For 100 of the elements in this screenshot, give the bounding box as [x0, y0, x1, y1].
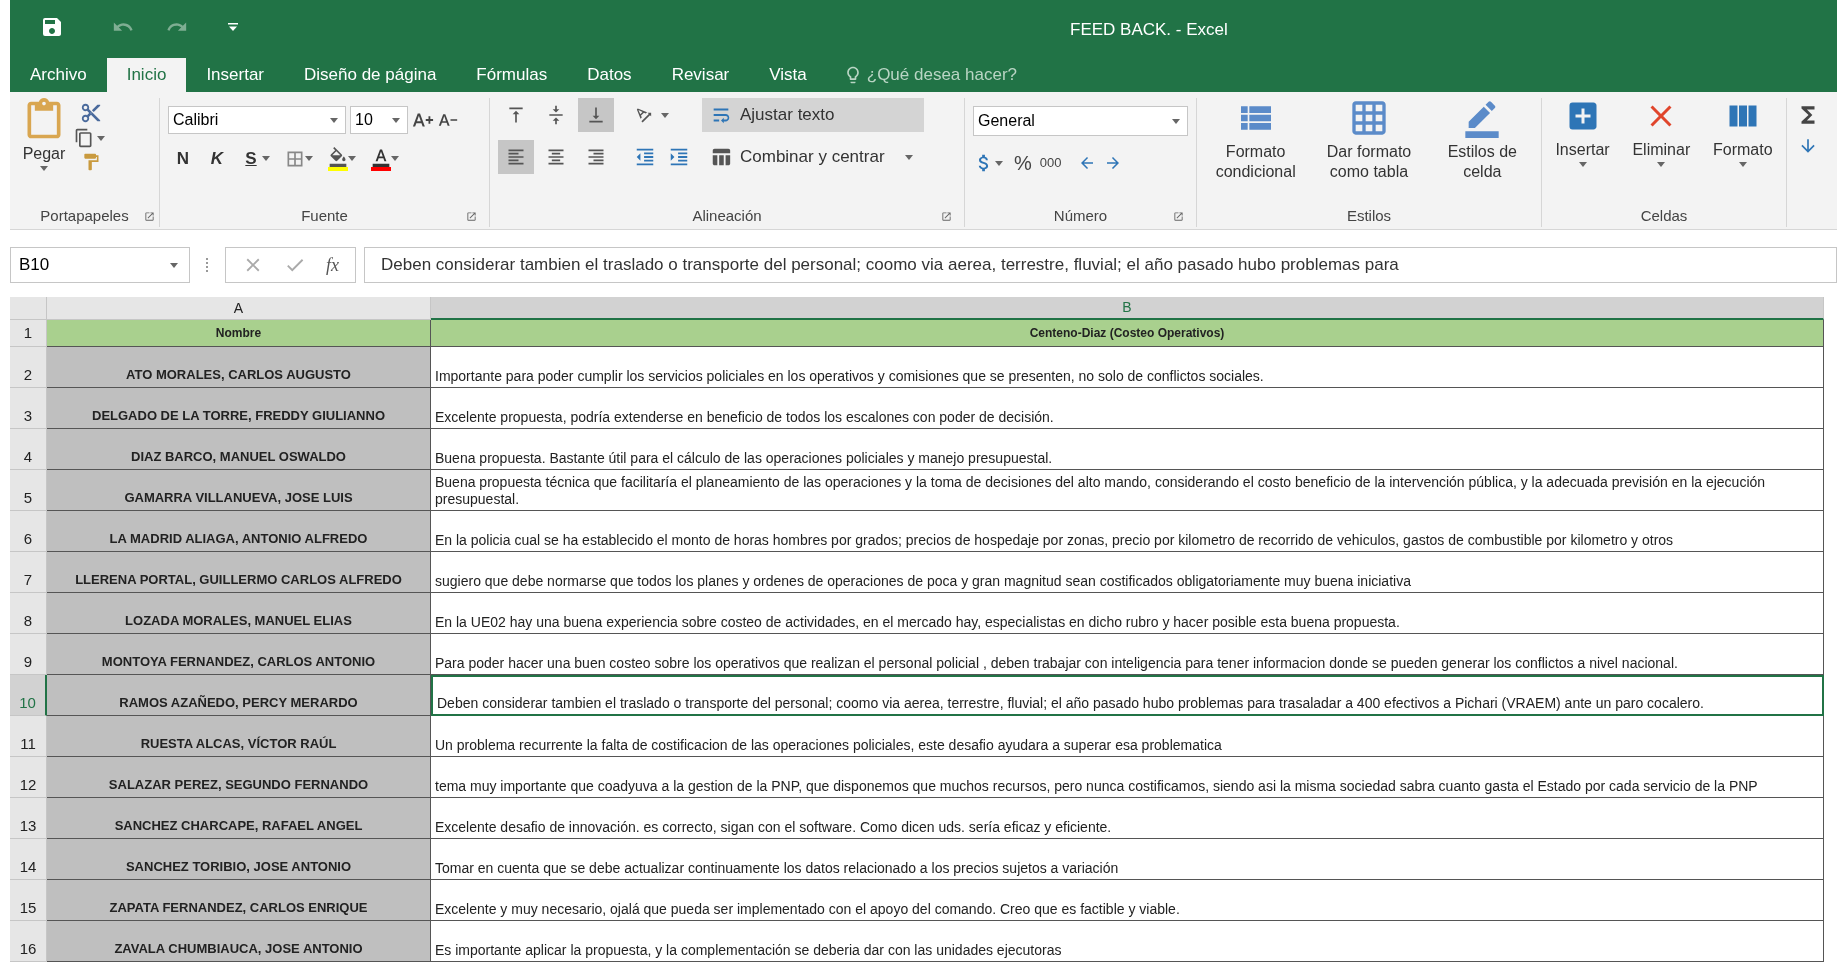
style-icon — [1349, 98, 1389, 138]
copy-icon — [74, 128, 94, 148]
name-box[interactable]: B10 — [10, 247, 190, 283]
row-header[interactable]: 13 — [10, 798, 47, 839]
align-icon — [586, 105, 606, 125]
row-header[interactable]: 14 — [10, 839, 47, 880]
ribbon-tab[interactable]: Fórmulas — [456, 58, 568, 92]
name-cell: ATO MORALES, CARLOS AUGUSTO — [47, 347, 431, 388]
row-header[interactable]: 10 — [10, 675, 47, 716]
fill-color-icon — [328, 146, 348, 171]
name-cell: GAMARRA VILLANUEVA, JOSE LUIS — [47, 470, 431, 511]
ribbon-tab[interactable]: Datos — [567, 58, 652, 92]
name-cell: RAMOS AZAÑEDO, PERCY MERARDO — [47, 675, 431, 716]
formula-field[interactable]: Deben considerar tambien el traslado o transporte del personal; coomo via aerea, terrestre, fluvial; el año pasado hubo problemas para — [364, 247, 1837, 283]
row-header[interactable]: 11 — [10, 716, 47, 757]
header-cell: Nombre — [47, 320, 431, 347]
cell-button[interactable]: Formato — [1713, 98, 1773, 167]
caret-icon — [40, 166, 48, 171]
caret-icon — [1657, 162, 1666, 167]
group-label: Estilos — [1346, 205, 1392, 226]
name-cell: LOZADA MORALES, MANUEL ELIAS — [47, 593, 431, 634]
ribbon-tab[interactable]: Inicio — [106, 58, 187, 92]
ribbon-tab[interactable]: Archivo — [10, 58, 107, 92]
comment-cell: Excelente desafio de innovación. es correcto, sigan con el software. Como dicen uds. sería eficaz y eficiente. — [431, 798, 1824, 839]
column-header[interactable]: B — [431, 297, 1824, 320]
style-button[interactable]: Formato condicional — [1201, 98, 1310, 182]
column-header[interactable]: A — [47, 297, 431, 320]
ribbon-tab[interactable]: Revisar — [651, 58, 750, 92]
dialog-launcher-icon — [466, 210, 477, 222]
group-label: Número — [1053, 205, 1108, 226]
name-cell: DIAZ BARCO, MANUEL OSWALDO — [47, 429, 431, 470]
cell-button[interactable]: Insertar — [1555, 98, 1610, 167]
row-header[interactable]: 3 — [10, 388, 47, 429]
row-header[interactable]: 6 — [10, 511, 47, 552]
style-button[interactable]: Dar formato como tabla — [1315, 98, 1423, 182]
ribbon-tab[interactable]: Vista — [749, 58, 827, 92]
paste-button[interactable]: Pegar — [22, 98, 66, 172]
caret-icon — [995, 160, 1003, 166]
align-icon — [506, 147, 526, 167]
customize-icon[interactable] — [228, 22, 238, 31]
wrap-text-button[interactable]: Ajustar texto — [702, 98, 924, 132]
row-header[interactable]: 7 — [10, 552, 47, 593]
font-name-field[interactable]: Calibri — [168, 106, 346, 134]
dialog-launcher-icon — [144, 210, 155, 222]
caret-icon — [305, 156, 313, 162]
caret-icon — [1172, 118, 1180, 124]
bold-button[interactable]: N — [172, 146, 194, 172]
name-cell: SANCHEZ CHARCAPE, RAFAEL ANGEL — [47, 798, 431, 839]
row-header[interactable]: 1 — [10, 320, 47, 347]
name-cell: LA MADRID ALIAGA, ANTONIO ALFREDO — [47, 511, 431, 552]
comment-cell: En la policia cual se ha establecido el monto de horas hombres por grados; precios de hospedaje por zonas, precio por kilometro de recorrido de vehiculos, gastos de combustible por kilometro y otros — [431, 511, 1824, 552]
row-header[interactable]: 5 — [10, 470, 47, 511]
row-header[interactable]: 8 — [10, 593, 47, 634]
caret-icon — [97, 135, 105, 141]
comment-cell: Buena propuesta. Bastante útil para el cálculo de las operaciones policiales y manejo presupuestal. — [431, 429, 1824, 470]
italic-button[interactable]: K — [206, 146, 228, 172]
caret-icon — [262, 156, 270, 162]
align-icon — [586, 147, 606, 167]
align-icon — [546, 147, 566, 167]
dialog-launcher-icon — [1173, 210, 1184, 222]
row-header[interactable]: 15 — [10, 880, 47, 921]
ribbon-tab[interactable]: Insertar — [186, 58, 284, 92]
comment-cell: Es importante aplicar la propuesta, y la complementación se deberia dar con las unidades ejecutoras — [431, 921, 1824, 962]
comment-cell: Excelente propuesta, podría extenderse en beneficio de todos los escalones con poder de decisión. — [431, 388, 1824, 429]
decrease-indent-icon — [634, 146, 656, 168]
comment-cell: tema muy importante que coadyuva a la gestion de la PNP, que disponemos que muchos recursos, pero nunca costificamos, siendo asi la misma sociedad sabra cuanto gasta el Estado por cada servicio de la PNP — [431, 757, 1824, 798]
ribbon-tab[interactable]: Diseño de página — [284, 58, 457, 92]
percent-button[interactable]: % — [1014, 148, 1032, 178]
number-format-field[interactable]: General — [973, 106, 1188, 136]
row-header[interactable]: 12 — [10, 757, 47, 798]
align-icon — [506, 105, 526, 125]
style-button[interactable]: Estilos de celda — [1428, 98, 1537, 182]
caret-icon — [1738, 162, 1747, 167]
row-header[interactable]: 9 — [10, 634, 47, 675]
name-cell: SANCHEZ TORIBIO, JOSE ANTONIO — [47, 839, 431, 880]
horizontal-align-button[interactable] — [498, 140, 534, 174]
group-label: Alineación — [692, 205, 762, 226]
merge-button[interactable]: Combinar y centrar — [702, 140, 924, 174]
vertical-align-button[interactable] — [578, 98, 614, 132]
caret-icon — [1578, 162, 1587, 167]
cell-button[interactable]: Eliminar — [1632, 98, 1691, 167]
header-cell: Centeno-Diaz (Costeo Operativos) — [431, 320, 1824, 347]
thousands-button[interactable]: 000 — [1039, 153, 1062, 173]
underline-button[interactable]: S — [240, 146, 262, 172]
caret-icon — [904, 154, 913, 160]
caret-icon — [170, 262, 178, 268]
name-cell: ZAVALA CHUMBIAUCA, JOSE ANTONIO — [47, 921, 431, 962]
dialog-launcher-icon — [941, 210, 952, 222]
name-cell: ZAPATA FERNANDEZ, CARLOS ENRIQUE — [47, 880, 431, 921]
comment-cell: En la UE02 hay una buena experiencia sobre costeo de actividades, en el mercado hay, especialistas en dicho rubro y hacer posible esta buena propuesta. — [431, 593, 1824, 634]
increase-indent-icon — [668, 146, 690, 168]
comment-cell: Para poder hacer una buen costeo sobre los operativos que realizan el personal policial , deben trabajar con inteligencia para tener informacion donde se pueden generar los conflictos a nivel nacional. — [431, 634, 1824, 675]
row-header[interactable]: 2 — [10, 347, 47, 388]
row-header[interactable]: 4 — [10, 429, 47, 470]
tell-me-field[interactable]: ¿Qué desea hacer? — [866, 62, 1042, 88]
font-size-field[interactable]: 10 — [350, 106, 408, 134]
row-header[interactable]: 16 — [10, 921, 47, 962]
insert-function-label[interactable]: fx — [326, 251, 339, 279]
group-label: Portapapeles — [40, 205, 129, 226]
comment-cell: Excelente y muy necesario, ojalá que pueda ser implementado con el apoyo del comando. Creo que es factible y viable. — [431, 880, 1824, 921]
